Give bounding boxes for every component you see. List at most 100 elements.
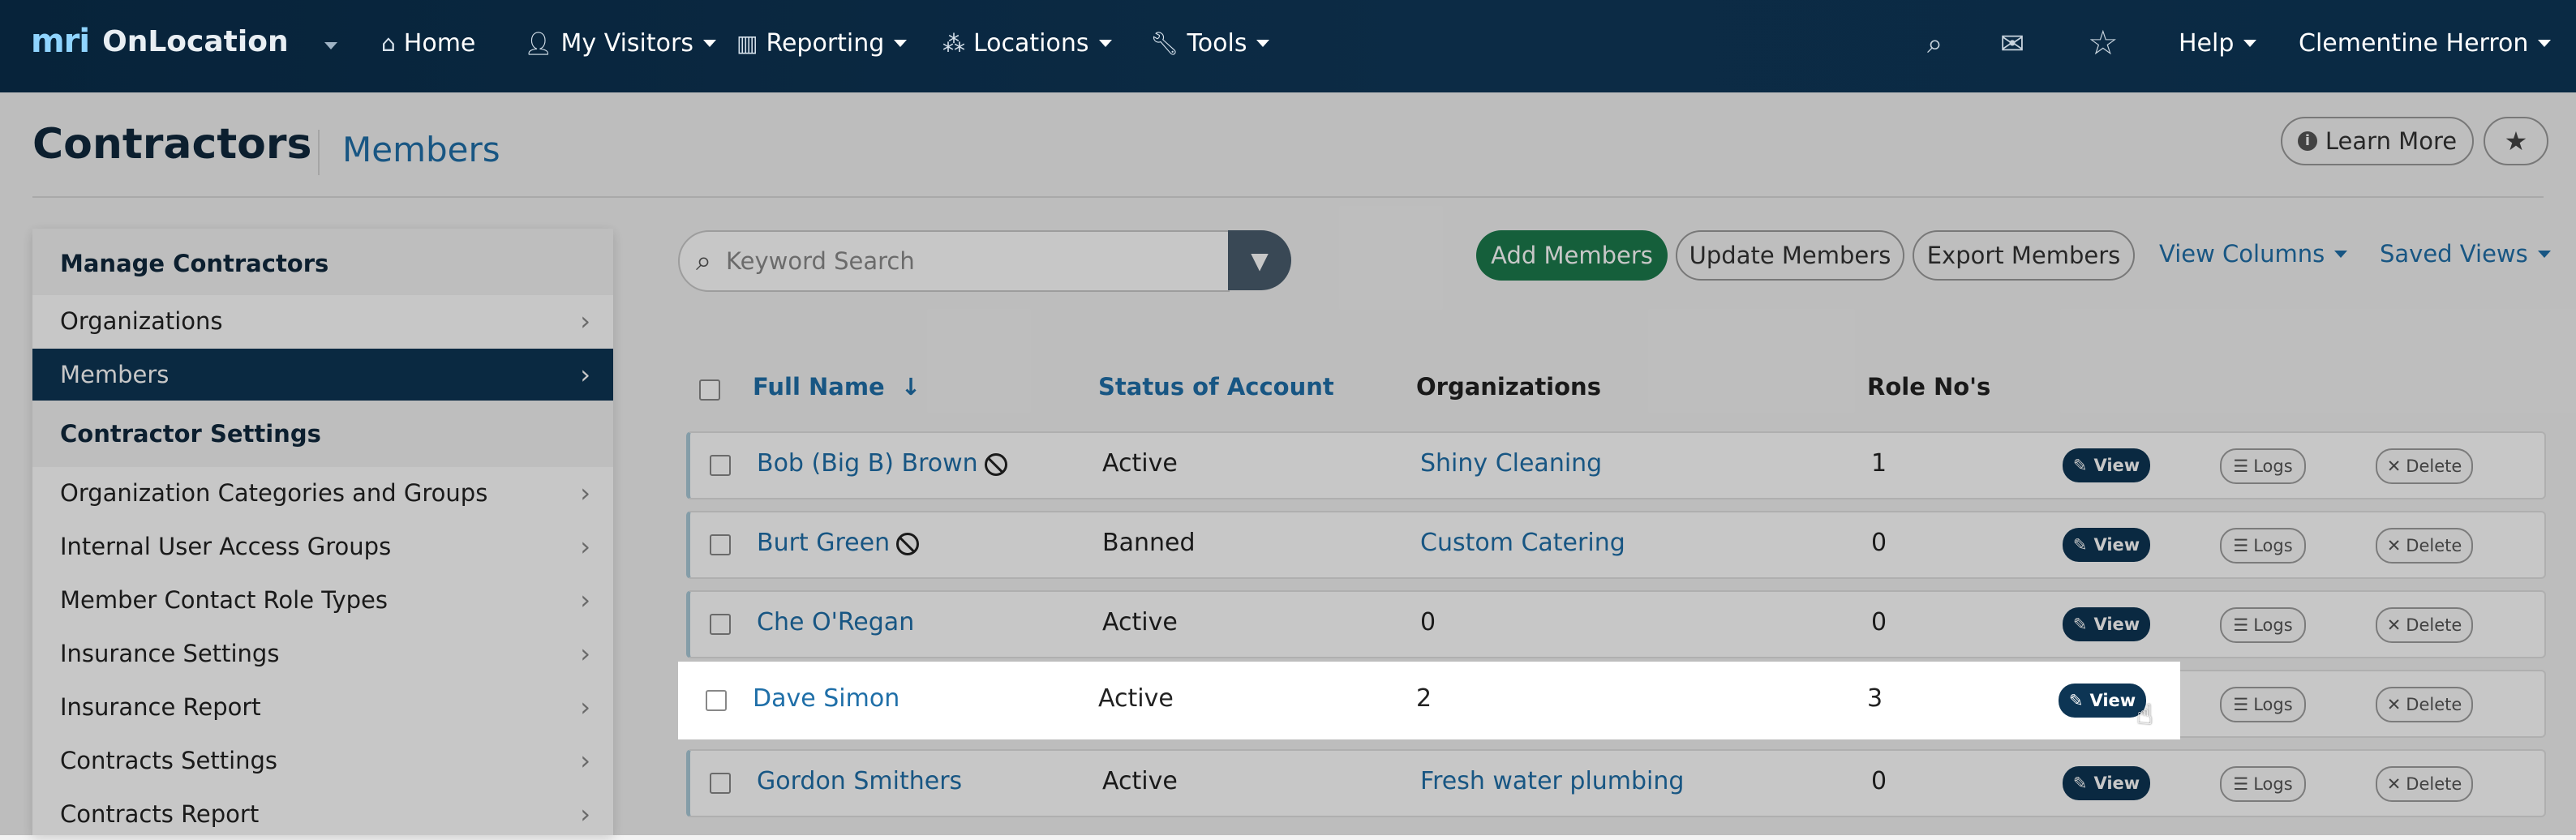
organization-link[interactable]: Shiny Cleaning — [1420, 449, 1602, 478]
sidebar-item-members[interactable]: Members › — [32, 349, 613, 401]
logs-button[interactable]: ☰ Logs — [2220, 448, 2306, 484]
chevron-right-icon: › — [580, 692, 590, 722]
user-menu[interactable]: Clementine Herron — [2299, 29, 2552, 58]
member-name-link[interactable]: Dave Simon — [753, 684, 899, 713]
sidebar-item-organization-categories[interactable]: Organization Categories and Groups › — [32, 467, 613, 519]
member-name-link[interactable]: Bob (Big B) Brown — [757, 449, 1007, 478]
mri-logo: mri — [31, 23, 90, 60]
list-icon: ☰ — [2233, 456, 2249, 476]
chevron-down-icon — [2334, 250, 2348, 258]
top-navigation-bar: mri OnLocation ⌂ Home 👤︎ My Visitors ▥ R… — [0, 0, 2576, 92]
logs-button[interactable]: ☰ Logs — [2220, 607, 2306, 643]
add-members-button[interactable]: Add Members — [1476, 230, 1668, 281]
view-button[interactable]: ✎View — [2063, 607, 2150, 641]
page-title: Contractors — [32, 120, 312, 169]
network-icon: ⁂ — [942, 30, 965, 57]
nav-reporting[interactable]: ▥ Reporting — [736, 29, 908, 58]
table-row: Bob (Big B) Brown Active Shiny Cleaning 1 ✎ V… — [686, 431, 2546, 499]
view-columns-dropdown[interactable]: View Columns — [2159, 240, 2348, 268]
row-checkbox[interactable] — [710, 455, 731, 476]
saved-views-dropdown[interactable]: Saved Views — [2380, 240, 2551, 268]
sidebar-item-insurance-settings[interactable]: Insurance Settings › — [32, 628, 613, 679]
favorite-button[interactable]: ★ — [2484, 117, 2548, 165]
close-icon: ✕ — [2386, 774, 2402, 794]
star-icon[interactable]: ☆ — [2088, 23, 2119, 62]
role-count: 0 — [1871, 529, 1887, 557]
logs-button[interactable]: ☰ Logs — [2220, 687, 2306, 722]
member-name-link[interactable]: Burt Green — [757, 529, 920, 557]
bar-chart-icon: ▥ — [736, 30, 758, 57]
filter-icon: ▼ — [1251, 246, 1269, 274]
title-divider — [318, 130, 320, 175]
view-button[interactable]: ✎View — [2063, 766, 2150, 800]
edit-icon: ✎ — [2072, 535, 2088, 555]
filter-button[interactable]: ▼ — [1228, 230, 1291, 290]
chevron-right-icon: › — [580, 799, 590, 829]
account-status: Active — [1102, 767, 1178, 795]
brand[interactable]: mri OnLocation — [31, 23, 289, 60]
organization-link[interactable]: Fresh water plumbing — [1420, 767, 1684, 795]
delete-button[interactable]: ✕ Delete — [2376, 687, 2473, 722]
sidebar-item-member-contact-role-types[interactable]: Member Contact Role Types › — [32, 574, 613, 626]
column-header-organizations: Organizations — [1416, 373, 1601, 401]
mail-icon[interactable]: ✉ — [2000, 28, 2024, 61]
header-divider — [32, 196, 2544, 198]
list-icon: ☰ — [2233, 695, 2249, 714]
member-name-link[interactable]: Che O'Regan — [757, 608, 914, 636]
banned-icon — [896, 532, 920, 555]
delete-button[interactable]: ✕ Delete — [2376, 448, 2473, 484]
export-members-button[interactable]: Export Members — [1913, 230, 2135, 281]
column-header-full-name[interactable]: Full Name ↓ — [753, 373, 921, 401]
sidebar: Manage Contractors Organizations › Member… — [32, 229, 613, 835]
account-status: Banned — [1102, 529, 1196, 557]
chevron-down-icon — [894, 40, 908, 47]
app-switcher-caret[interactable] — [324, 42, 337, 49]
edit-icon: ✎ — [2072, 774, 2088, 793]
nav-my-visitors[interactable]: 👤︎ My Visitors — [524, 29, 716, 58]
sidebar-item-contracts-settings[interactable]: Contracts Settings › — [32, 735, 613, 786]
delete-button[interactable]: ✕ Delete — [2376, 766, 2473, 802]
edit-icon: ✎ — [2068, 691, 2084, 710]
search-icon: ⌕ — [696, 245, 712, 277]
nav-home[interactable]: ⌂ Home — [381, 29, 475, 58]
page-subtitle: Members — [342, 130, 500, 169]
app-name: OnLocation — [102, 24, 289, 58]
organization-link[interactable]: Custom Catering — [1420, 529, 1625, 557]
delete-button[interactable]: ✕ Delete — [2376, 528, 2473, 564]
row-checkbox[interactable] — [710, 614, 731, 635]
column-header-status[interactable]: Status of Account — [1098, 373, 1334, 401]
delete-button[interactable]: ✕ Delete — [2376, 607, 2473, 643]
sidebar-item-internal-user-access-groups[interactable]: Internal User Access Groups › — [32, 521, 613, 572]
view-button[interactable]: ✎View — [2063, 448, 2150, 482]
sidebar-item-organizations[interactable]: Organizations › — [32, 295, 613, 347]
sidebar-item-insurance-report[interactable]: Insurance Report › — [32, 681, 613, 733]
account-status: Active — [1102, 608, 1178, 636]
row-checkbox[interactable] — [710, 534, 731, 555]
nav-help[interactable]: Help — [2179, 29, 2257, 58]
member-name-link[interactable]: Gordon Smithers — [757, 767, 962, 795]
update-members-button[interactable]: Update Members — [1676, 230, 1904, 281]
organization-count: 0 — [1420, 608, 1436, 636]
chevron-down-icon — [2243, 40, 2257, 47]
logs-button[interactable]: ☰ Logs — [2220, 766, 2306, 802]
row-checkbox[interactable] — [706, 690, 727, 711]
chevron-right-icon: › — [580, 359, 590, 390]
search-icon[interactable]: ⌕ — [1927, 28, 1943, 60]
column-header-role-nos: Role No's — [1867, 373, 1991, 401]
chevron-down-icon — [702, 40, 716, 47]
list-icon: ☰ — [2233, 774, 2249, 794]
sidebar-item-contracts-report[interactable]: Contracts Report › — [32, 788, 613, 840]
logs-button[interactable]: ☰ Logs — [2220, 528, 2306, 564]
chevron-down-icon — [2538, 40, 2552, 47]
view-button[interactable]: ✎View — [2059, 684, 2146, 718]
nav-tools[interactable]: 🔧︎ Tools — [1150, 29, 1270, 58]
learn-more-button[interactable]: i Learn More — [2281, 117, 2474, 165]
chevron-right-icon: › — [580, 478, 590, 508]
view-button[interactable]: ✎View — [2063, 528, 2150, 562]
search-input[interactable] — [724, 246, 1183, 276]
sidebar-section-manage-contractors: Manage Contractors — [60, 250, 329, 277]
sort-arrow-icon: ↓ — [900, 373, 921, 401]
nav-locations[interactable]: ⁂ Locations — [942, 29, 1112, 58]
select-all-checkbox[interactable] — [699, 379, 720, 401]
row-checkbox[interactable] — [710, 773, 731, 794]
